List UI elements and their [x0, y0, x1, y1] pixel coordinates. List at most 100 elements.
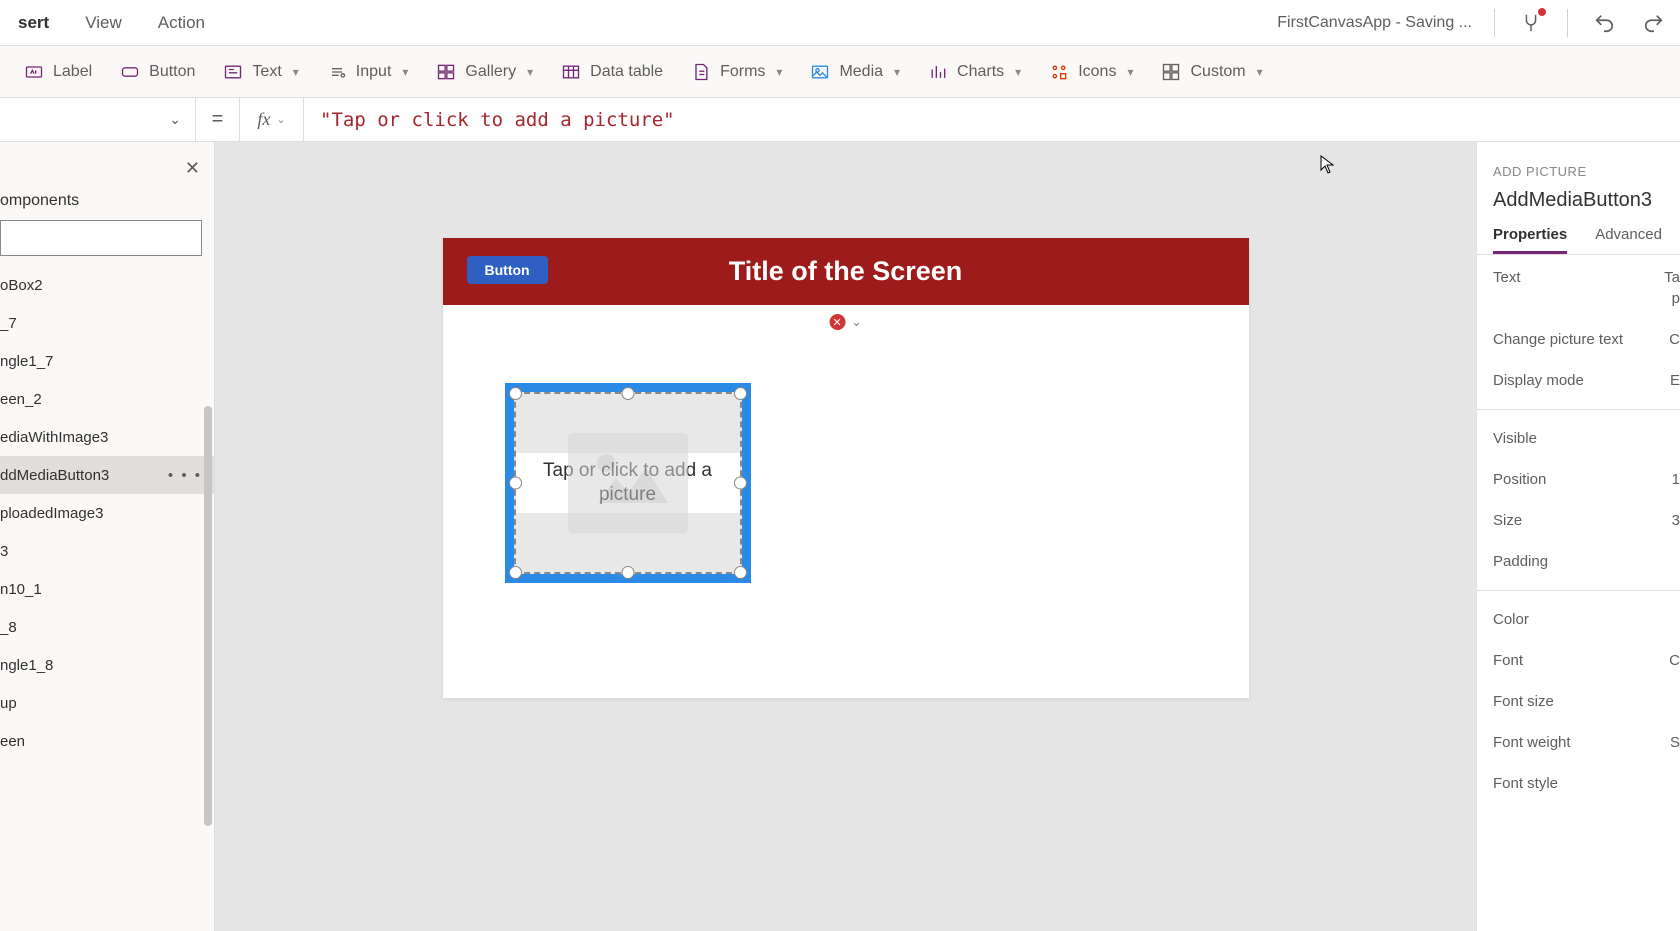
forms-icon: [691, 62, 711, 82]
tree-item[interactable]: _8• • •: [0, 608, 214, 646]
selection-frame[interactable]: Tap or click to add a picture: [514, 392, 742, 574]
property-selector[interactable]: ⌄: [0, 98, 196, 141]
resize-handle[interactable]: [509, 566, 522, 579]
ribbon-icons[interactable]: Icons ▾: [1049, 62, 1133, 82]
undo-button[interactable]: [1590, 9, 1618, 37]
ribbon-label-text: Label: [53, 63, 92, 81]
ribbon-label-text: Data table: [590, 63, 663, 81]
chevron-down-icon: ▾: [402, 65, 408, 79]
ribbon-label-text: Custom: [1190, 63, 1245, 81]
prop-value: 3: [1672, 512, 1680, 529]
search-input[interactable]: [0, 220, 202, 256]
tree-item[interactable]: 3• • •: [0, 532, 214, 570]
prop-label: Size: [1493, 512, 1522, 529]
prop-visible[interactable]: Visible: [1493, 418, 1680, 459]
chevron-down-icon: ▾: [1127, 65, 1133, 79]
prop-font-style[interactable]: Font style: [1493, 763, 1680, 804]
notification-dot: [1538, 8, 1546, 16]
prop-value: p: [1672, 290, 1680, 307]
ribbon-gallery[interactable]: Gallery ▾: [436, 62, 533, 82]
resize-handle[interactable]: [621, 566, 634, 579]
tree-item-label: ddMediaButton3: [0, 467, 109, 484]
ribbon-charts[interactable]: Charts ▾: [928, 62, 1021, 82]
resize-handle[interactable]: [734, 387, 747, 400]
app-screen[interactable]: Button Title of the Screen ✕ ⌄ Tap or cl…: [443, 238, 1249, 698]
resize-handle[interactable]: [734, 566, 747, 579]
properties-panel: ADD PICTURE AddMediaButton3 Properties A…: [1476, 142, 1680, 931]
ribbon-button[interactable]: Button: [120, 62, 195, 82]
fx-expand-button[interactable]: fx ⌄: [240, 98, 304, 141]
prop-font[interactable]: Font C: [1493, 640, 1680, 681]
tab-action[interactable]: Action: [140, 0, 223, 45]
fx-icon: fx: [257, 109, 270, 130]
resize-handle[interactable]: [509, 477, 522, 490]
tab-properties[interactable]: Properties: [1493, 226, 1567, 254]
tree-item-label: up: [0, 695, 17, 712]
tab-insert[interactable]: sert: [0, 0, 67, 45]
prop-display-mode[interactable]: Display mode E: [1493, 360, 1680, 401]
ribbon-datatable[interactable]: Data table: [561, 62, 663, 82]
prop-value: C: [1669, 652, 1680, 669]
insert-ribbon: Label Button Text ▾ Input ▾ Gallery ▾ Da…: [0, 46, 1680, 98]
prop-text[interactable]: Text Ta: [1493, 255, 1680, 290]
scrollbar-thumb[interactable]: [204, 406, 212, 826]
tree-item[interactable]: ploadedImage3• • •: [0, 494, 214, 532]
ribbon-label-text: Media: [839, 63, 883, 81]
header-button[interactable]: Button: [467, 256, 548, 284]
datatable-icon: [561, 62, 581, 82]
canvas-area[interactable]: Button Title of the Screen ✕ ⌄ Tap or cl…: [215, 142, 1476, 931]
prop-padding[interactable]: Padding: [1493, 541, 1680, 582]
more-options-button[interactable]: • • •: [168, 467, 202, 484]
button-icon: [120, 62, 140, 82]
ribbon-text[interactable]: Text ▾: [223, 62, 298, 82]
tree-item[interactable]: een_2• • •: [0, 380, 214, 418]
prop-label: Text: [1493, 269, 1521, 286]
ribbon-label[interactable]: Label: [24, 62, 92, 82]
tree-item[interactable]: oBox2• • •: [0, 266, 214, 304]
formula-input[interactable]: "Tap or click to add a picture": [304, 109, 1680, 131]
tree-item[interactable]: ngle1_8• • •: [0, 646, 214, 684]
tree-item[interactable]: ediaWithImage3• • •: [0, 418, 214, 456]
tree-item[interactable]: een• • •: [0, 722, 214, 760]
prop-color[interactable]: Color: [1493, 599, 1680, 640]
redo-button[interactable]: [1640, 9, 1668, 37]
tree-item-label: een: [0, 733, 25, 750]
charts-icon: [928, 62, 948, 82]
tab-view[interactable]: View: [67, 0, 140, 45]
close-panel-button[interactable]: ✕: [185, 158, 200, 179]
prop-change-picture-text[interactable]: Change picture text C: [1493, 319, 1680, 360]
tree-item[interactable]: ngle1_7• • •: [0, 342, 214, 380]
prop-label: Visible: [1493, 430, 1537, 447]
tree-item[interactable]: ddMediaButton3 • • •: [0, 456, 214, 494]
tree-item[interactable]: up• • •: [0, 684, 214, 722]
prop-value: E: [1670, 372, 1680, 389]
resize-handle[interactable]: [621, 387, 634, 400]
prop-font-weight[interactable]: Font weight S: [1493, 722, 1680, 763]
ribbon-custom[interactable]: Custom ▾: [1161, 62, 1262, 82]
screen-header: Button Title of the Screen: [443, 238, 1249, 305]
error-icon: ✕: [829, 314, 845, 330]
ribbon-input[interactable]: Input ▾: [327, 62, 409, 82]
tree-item[interactable]: n10_1• • •: [0, 570, 214, 608]
prop-font-size[interactable]: Font size: [1493, 681, 1680, 722]
tree-item-label: _7: [0, 315, 17, 332]
ribbon-forms[interactable]: Forms ▾: [691, 62, 782, 82]
divider: [1494, 9, 1495, 37]
tree-item-label: ploadedImage3: [0, 505, 103, 522]
prop-value: S: [1670, 734, 1680, 751]
prop-size[interactable]: Size 3: [1493, 500, 1680, 541]
add-media-control[interactable]: Tap or click to add a picture: [505, 383, 751, 583]
error-indicator[interactable]: ✕ ⌄: [829, 314, 862, 330]
resize-handle[interactable]: [509, 387, 522, 400]
ribbon-media[interactable]: Media ▾: [810, 62, 900, 82]
chevron-down-icon: ▾: [1015, 65, 1021, 79]
tab-advanced[interactable]: Advanced: [1595, 226, 1662, 254]
prop-position[interactable]: Position 1: [1493, 459, 1680, 500]
label-icon: [24, 62, 44, 82]
prop-label: Font weight: [1493, 734, 1571, 751]
tree-item[interactable]: _7• • •: [0, 304, 214, 342]
app-checker-icon[interactable]: [1517, 9, 1545, 37]
resize-handle[interactable]: [734, 477, 747, 490]
control-name-label[interactable]: AddMediaButton3: [1493, 189, 1680, 212]
tree-item-label: n10_1: [0, 581, 42, 598]
